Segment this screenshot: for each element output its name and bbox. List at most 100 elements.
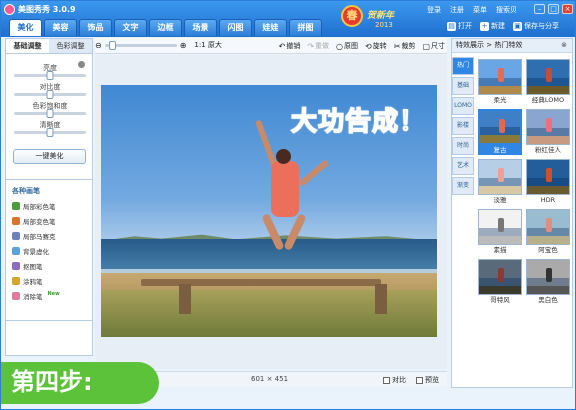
window-controls: – □ × bbox=[534, 4, 573, 14]
original-size-button[interactable]: 1:1 原大 bbox=[194, 40, 222, 50]
slider-knob[interactable] bbox=[46, 90, 54, 99]
minimize-icon[interactable]: – bbox=[534, 4, 545, 14]
app-window: 美图秀秀 3.0.9 美化 美容 饰品 文字 边框 场景 闪图 娃娃 拼图 春 … bbox=[0, 0, 576, 410]
tab-decor[interactable]: 饰品 bbox=[79, 19, 112, 36]
effect-thumbnail bbox=[478, 59, 522, 95]
brush-tool-item[interactable]: 消除笔 New bbox=[6, 288, 92, 303]
effect-category-tab[interactable]: 影楼 bbox=[452, 117, 474, 135]
toolbar-action-icon: ⟲ bbox=[365, 41, 372, 51]
effect-name: 哥特风 bbox=[490, 296, 510, 304]
login-link[interactable]: 登录 bbox=[427, 5, 441, 15]
menu-link[interactable]: 菜单 bbox=[473, 5, 487, 15]
saturation-slider[interactable]: 色彩饱和度 bbox=[6, 101, 94, 120]
effect-name: 阿宝色 bbox=[538, 246, 558, 254]
slider-knob[interactable] bbox=[46, 109, 54, 118]
brush-tool-label: 局部变色笔 bbox=[23, 217, 56, 226]
zoom-knob[interactable] bbox=[108, 40, 116, 50]
effect-item[interactable]: 经典LOMO bbox=[526, 59, 570, 105]
sharpness-slider[interactable]: 清晰度 bbox=[6, 120, 94, 139]
zoom-out-icon[interactable]: ⊖ bbox=[95, 41, 102, 50]
brush-tool-item[interactable]: 局部彩色笔 bbox=[6, 198, 92, 213]
register-link[interactable]: 注册 bbox=[450, 5, 464, 15]
effect-item[interactable]: 黑白色 bbox=[526, 259, 570, 305]
zoom-slider[interactable] bbox=[104, 40, 177, 50]
save-share-button[interactable]: ▣ 保存与分享 bbox=[513, 21, 559, 31]
bench bbox=[141, 279, 381, 286]
save-share-label: 保存与分享 bbox=[524, 22, 559, 30]
tab-basic-adjust[interactable]: 基础调整 bbox=[6, 39, 49, 53]
adjust-tabs: 基础调整 色彩调整 bbox=[6, 39, 92, 54]
toolbar-action-button[interactable]: ✂ 裁剪 bbox=[394, 41, 416, 51]
effect-category-tab[interactable]: 时尚 bbox=[452, 137, 474, 155]
effect-thumbnail bbox=[526, 109, 570, 145]
edited-photo[interactable]: 大功告成！ bbox=[101, 85, 437, 337]
effect-name: 复古 bbox=[478, 145, 522, 155]
effect-item[interactable]: 复古 bbox=[478, 109, 522, 155]
effects-breadcrumb: 特效展示 > 热门特效 ⊗ bbox=[452, 39, 572, 53]
effect-item[interactable]: 素描 bbox=[478, 209, 522, 255]
tab-scene[interactable]: 场景 bbox=[184, 19, 217, 36]
tab-beauty[interactable]: 美容 bbox=[44, 19, 77, 36]
effect-category-tab[interactable]: 艺术 bbox=[452, 157, 474, 175]
effect-item[interactable]: HDR bbox=[526, 159, 570, 205]
brush-tool-item[interactable]: 局部变色笔 bbox=[6, 213, 92, 228]
tab-beautify[interactable]: 美化 bbox=[9, 19, 42, 36]
open-button[interactable]: ▤ 打开 bbox=[447, 21, 472, 31]
brush-tool-item[interactable]: 背景虚化 bbox=[6, 243, 92, 258]
close-icon[interactable]: × bbox=[562, 4, 573, 14]
contrast-slider[interactable]: 对比度 bbox=[6, 82, 94, 101]
effect-name: 柔光 bbox=[493, 96, 507, 104]
brush-tool-label: 消除笔 bbox=[23, 292, 43, 301]
toolbar-action-button[interactable]: ⟲ 旋转 bbox=[365, 41, 387, 51]
tab-flash[interactable]: 闪图 bbox=[219, 19, 252, 36]
effect-item[interactable]: 粉红佳人 bbox=[526, 109, 570, 155]
greeting-text: 贺新年 bbox=[367, 11, 395, 21]
one-key-beautify-button[interactable]: 一键美化 bbox=[13, 149, 86, 164]
brush-tool-item[interactable]: 局部马赛克 bbox=[6, 228, 92, 243]
slider-knob[interactable] bbox=[46, 128, 54, 137]
tab-collage[interactable]: 拼图 bbox=[289, 19, 322, 36]
toolbar-action-icon: ▢ bbox=[422, 41, 430, 51]
effect-item[interactable]: 阿宝色 bbox=[526, 209, 570, 255]
toolbar-action-button[interactable]: ↷ 重做 bbox=[307, 41, 329, 51]
effect-category-tab[interactable]: 渐变 bbox=[452, 177, 474, 195]
effect-category-tab[interactable]: 基础 bbox=[452, 77, 474, 95]
top-menu: 登录 注册 菜单 搜索贝 bbox=[427, 5, 517, 15]
compare-button[interactable]: 对比 bbox=[383, 375, 406, 385]
toolbar-action-button[interactable]: ○ 原图 bbox=[336, 41, 358, 51]
tab-frame[interactable]: 边框 bbox=[149, 19, 182, 36]
new-button[interactable]: + 新建 bbox=[480, 21, 505, 31]
search-link[interactable]: 搜索贝 bbox=[496, 5, 517, 15]
title-bar: 美图秀秀 3.0.9 美化 美容 饰品 文字 边框 场景 闪图 娃娃 拼图 春 … bbox=[1, 1, 575, 37]
brush-tool-item[interactable]: 抠图笔 bbox=[6, 258, 92, 273]
effect-category-tab[interactable]: 热门 bbox=[452, 57, 474, 75]
zoom-control: ⊖ ⊕ 1:1 原大 bbox=[95, 40, 222, 50]
brush-icon bbox=[12, 201, 20, 210]
tab-text[interactable]: 文字 bbox=[114, 19, 147, 36]
effect-item[interactable]: 哥特风 bbox=[478, 259, 522, 305]
tab-doll[interactable]: 娃娃 bbox=[254, 19, 287, 36]
toolbar-action-button[interactable]: ▢ 尺寸 bbox=[422, 41, 445, 51]
adjust-sliders: 亮度 对比度 色彩饱和度 清晰度 bbox=[6, 63, 94, 139]
brightness-slider[interactable]: 亮度 bbox=[6, 63, 94, 82]
brush-tool-item[interactable]: 涂鸦笔 bbox=[6, 273, 92, 288]
brush-icon bbox=[12, 261, 20, 270]
maximize-icon[interactable]: □ bbox=[548, 4, 559, 14]
effect-item[interactable]: 淡雅 bbox=[478, 159, 522, 205]
preview-button[interactable]: 预览 bbox=[416, 375, 439, 385]
toolbar-action-label: 裁剪 bbox=[401, 42, 416, 50]
compare-icon bbox=[383, 376, 390, 384]
brush-tool-label: 局部彩色笔 bbox=[23, 202, 56, 211]
toolbar-action-button[interactable]: ↶ 撤销 bbox=[279, 41, 301, 51]
toolbar-action-icon: ✂ bbox=[393, 41, 401, 51]
effect-item[interactable]: 柔光 bbox=[478, 59, 522, 105]
collapse-icon[interactable]: ⊗ bbox=[561, 39, 567, 52]
brush-icon bbox=[12, 231, 20, 240]
image-toolbar: ⊖ ⊕ 1:1 原大 ↶ 撤销 ↷ 重做 ○ 原图 ⟲ 旋转 ✂ 裁剪 ▢ 尺寸 bbox=[95, 38, 447, 54]
effect-categories: 热门基础 LOMO 影楼时尚艺术渐变 bbox=[452, 57, 474, 197]
tab-color-adjust[interactable]: 色彩调整 bbox=[49, 39, 92, 53]
slider-knob[interactable] bbox=[46, 71, 54, 80]
effect-category-tab[interactable]: LOMO bbox=[452, 97, 474, 115]
step-banner: 第四步: bbox=[1, 362, 159, 404]
zoom-in-icon[interactable]: ⊕ bbox=[180, 41, 187, 50]
